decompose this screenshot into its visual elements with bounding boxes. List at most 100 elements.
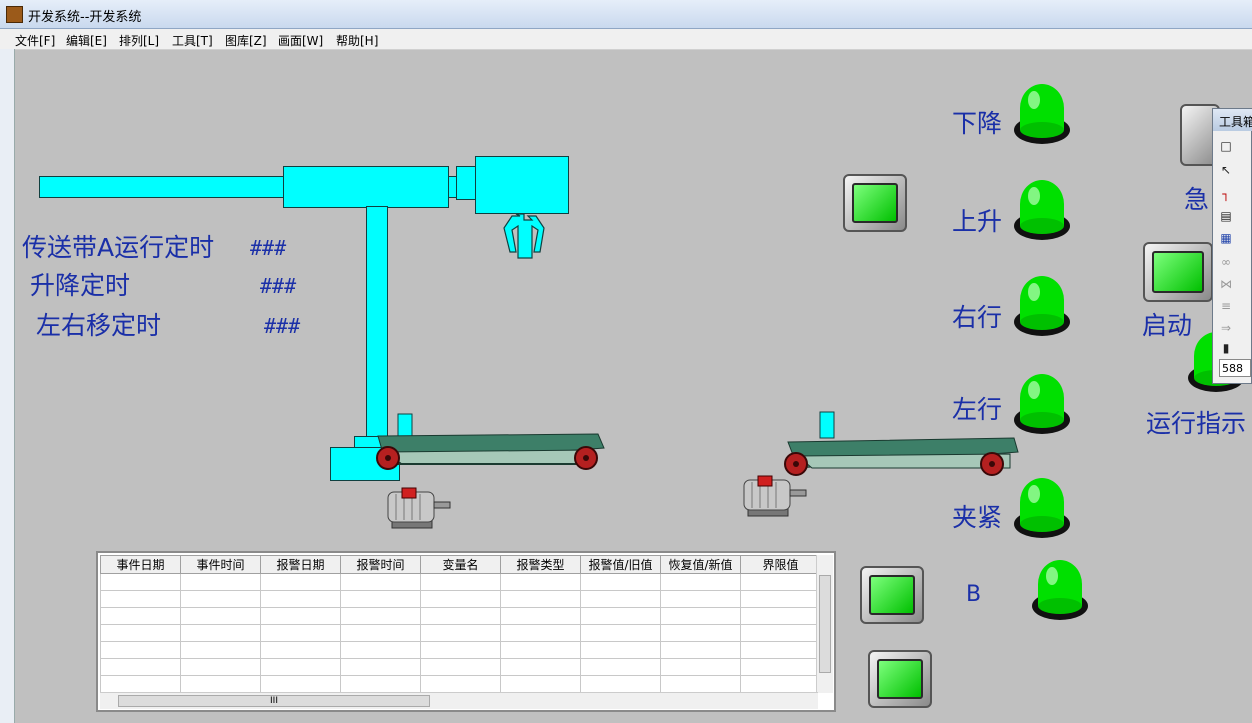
table-row[interactable]: [100, 641, 821, 659]
new-page-icon[interactable]: □: [1219, 139, 1233, 153]
table-cell[interactable]: [500, 624, 581, 642]
column-header[interactable]: 界限值: [740, 555, 821, 574]
column-header[interactable]: 报警日期: [260, 555, 341, 574]
table-cell[interactable]: [580, 641, 661, 659]
table-cell[interactable]: [660, 590, 741, 608]
table-cell[interactable]: [740, 573, 821, 591]
table-cell[interactable]: [260, 573, 341, 591]
table-cell[interactable]: [100, 607, 181, 625]
table-cell[interactable]: [500, 607, 581, 625]
column-header[interactable]: 恢复值/新值: [660, 555, 741, 574]
menu-file[interactable]: 文件[F]: [15, 32, 55, 49]
table-cell[interactable]: [740, 675, 821, 693]
column-header[interactable]: 事件时间: [180, 555, 261, 574]
table-cell[interactable]: [340, 658, 421, 676]
table-cell[interactable]: [660, 624, 741, 642]
table-cell[interactable]: [420, 573, 501, 591]
alarm-vertical-scrollbar[interactable]: [816, 555, 833, 693]
column-header[interactable]: 报警类型: [500, 555, 581, 574]
table-cell[interactable]: [500, 675, 581, 693]
table-cell[interactable]: [740, 624, 821, 642]
table-cell[interactable]: [180, 658, 261, 676]
connector-icon[interactable]: ⋈: [1219, 277, 1233, 291]
table-cell[interactable]: [500, 641, 581, 659]
table-row[interactable]: [100, 590, 821, 608]
table-cell[interactable]: [500, 573, 581, 591]
table-cell[interactable]: [740, 607, 821, 625]
table-cell[interactable]: [420, 675, 501, 693]
palette-icon[interactable]: ▮: [1219, 341, 1233, 355]
horizontal-scroll-thumb[interactable]: III: [118, 695, 430, 707]
column-header[interactable]: 变量名: [420, 555, 501, 574]
menu-edit[interactable]: 编辑[E]: [66, 32, 107, 49]
table-cell[interactable]: [420, 658, 501, 676]
alarm-horizontal-scrollbar[interactable]: III: [100, 692, 818, 709]
table-cell[interactable]: [180, 624, 261, 642]
table-row[interactable]: [100, 624, 821, 642]
toolbox-value-field[interactable]: 588: [1219, 359, 1251, 377]
table-cell[interactable]: [100, 658, 181, 676]
toolbox-window[interactable]: 工具箱 □ ↖ ┐ ▤ ▦ ∞ ⋈ ≡ ⇒ ▮ 588: [1212, 108, 1252, 384]
table-cell[interactable]: [260, 675, 341, 693]
table-cell[interactable]: [740, 641, 821, 659]
table-cell[interactable]: [580, 658, 661, 676]
menu-tools[interactable]: 工具[T]: [172, 32, 213, 49]
table-cell[interactable]: [340, 624, 421, 642]
table-cell[interactable]: [740, 658, 821, 676]
table-cell[interactable]: [740, 590, 821, 608]
menu-gallery[interactable]: 图库[Z]: [225, 32, 267, 49]
table-row[interactable]: [100, 607, 821, 625]
table-cell[interactable]: [420, 590, 501, 608]
table-cell[interactable]: [260, 641, 341, 659]
table-cell[interactable]: [180, 641, 261, 659]
table-cell[interactable]: [500, 658, 581, 676]
table-cell[interactable]: [660, 573, 741, 591]
table-row[interactable]: [100, 573, 821, 591]
table-cell[interactable]: [660, 607, 741, 625]
table-cell[interactable]: [340, 641, 421, 659]
green-button-1[interactable]: [843, 174, 907, 232]
table-cell[interactable]: [100, 590, 181, 608]
green-button-3[interactable]: [868, 650, 932, 708]
table-cell[interactable]: [660, 658, 741, 676]
arrow-icon[interactable]: ⇒: [1219, 321, 1233, 335]
vertical-scroll-thumb[interactable]: [819, 575, 831, 673]
table-cell[interactable]: [100, 624, 181, 642]
table-cell[interactable]: [580, 675, 661, 693]
table-cell[interactable]: [580, 607, 661, 625]
table-cell[interactable]: [580, 590, 661, 608]
table-cell[interactable]: [100, 675, 181, 693]
table-cell[interactable]: [660, 675, 741, 693]
table-cell[interactable]: [100, 573, 181, 591]
column-header[interactable]: 报警时间: [340, 555, 421, 574]
pointer-icon[interactable]: ↖: [1219, 163, 1233, 177]
table-cell[interactable]: [100, 641, 181, 659]
menu-screen[interactable]: 画面[W]: [278, 32, 323, 49]
table-cell[interactable]: [180, 573, 261, 591]
start-button[interactable]: [1143, 242, 1213, 302]
column-header[interactable]: 事件日期: [100, 555, 181, 574]
alarm-table[interactable]: 事件日期 事件时间 报警日期 报警时间 变量名 报警类型 报警值/旧值 恢复值/…: [96, 551, 836, 712]
table-row[interactable]: [100, 675, 821, 693]
table-cell[interactable]: [340, 607, 421, 625]
table-cell[interactable]: [420, 607, 501, 625]
control-icon[interactable]: ▦: [1219, 231, 1233, 245]
report-icon[interactable]: ▤: [1219, 209, 1233, 223]
column-header[interactable]: 报警值/旧值: [580, 555, 661, 574]
table-cell[interactable]: [180, 607, 261, 625]
menu-arrange[interactable]: 排列[L]: [119, 32, 159, 49]
table-cell[interactable]: [260, 658, 341, 676]
table-cell[interactable]: [260, 590, 341, 608]
table-cell[interactable]: [420, 624, 501, 642]
pipe-icon[interactable]: ┐: [1219, 187, 1233, 201]
table-row[interactable]: [100, 658, 821, 676]
table-cell[interactable]: [580, 573, 661, 591]
table-cell[interactable]: [420, 641, 501, 659]
align-icon[interactable]: ≡: [1219, 299, 1233, 313]
green-button-2[interactable]: [860, 566, 924, 624]
table-cell[interactable]: [180, 590, 261, 608]
table-cell[interactable]: [340, 675, 421, 693]
link-icon[interactable]: ∞: [1219, 255, 1233, 269]
table-cell[interactable]: [340, 590, 421, 608]
table-cell[interactable]: [260, 624, 341, 642]
